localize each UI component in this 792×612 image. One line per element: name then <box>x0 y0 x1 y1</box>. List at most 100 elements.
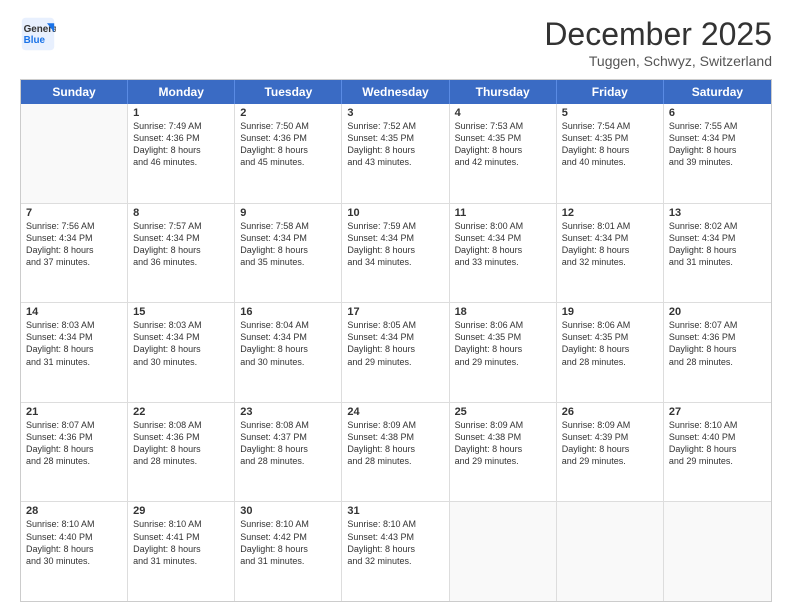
calendar-cell: 11Sunrise: 8:00 AM Sunset: 4:34 PM Dayli… <box>450 204 557 303</box>
weekday-header: Saturday <box>664 80 771 104</box>
calendar-cell: 1Sunrise: 7:49 AM Sunset: 4:36 PM Daylig… <box>128 104 235 203</box>
day-number: 9 <box>240 207 336 219</box>
day-number: 17 <box>347 306 443 318</box>
calendar-cell: 31Sunrise: 8:10 AM Sunset: 4:43 PM Dayli… <box>342 502 449 601</box>
weekday-header: Sunday <box>21 80 128 104</box>
day-info: Sunrise: 7:58 AM Sunset: 4:34 PM Dayligh… <box>240 220 336 269</box>
day-info: Sunrise: 8:04 AM Sunset: 4:34 PM Dayligh… <box>240 319 336 368</box>
day-info: Sunrise: 8:06 AM Sunset: 4:35 PM Dayligh… <box>455 319 551 368</box>
calendar-row: 1Sunrise: 7:49 AM Sunset: 4:36 PM Daylig… <box>21 104 771 204</box>
day-number: 5 <box>562 107 658 119</box>
calendar-cell: 23Sunrise: 8:08 AM Sunset: 4:37 PM Dayli… <box>235 403 342 502</box>
calendar-cell: 12Sunrise: 8:01 AM Sunset: 4:34 PM Dayli… <box>557 204 664 303</box>
day-number: 18 <box>455 306 551 318</box>
calendar-cell: 5Sunrise: 7:54 AM Sunset: 4:35 PM Daylig… <box>557 104 664 203</box>
day-number: 14 <box>26 306 122 318</box>
day-info: Sunrise: 8:08 AM Sunset: 4:37 PM Dayligh… <box>240 419 336 468</box>
day-info: Sunrise: 8:01 AM Sunset: 4:34 PM Dayligh… <box>562 220 658 269</box>
day-number: 6 <box>669 107 766 119</box>
location: Tuggen, Schwyz, Switzerland <box>544 53 772 69</box>
day-info: Sunrise: 8:09 AM Sunset: 4:38 PM Dayligh… <box>347 419 443 468</box>
day-info: Sunrise: 8:10 AM Sunset: 4:40 PM Dayligh… <box>26 518 122 567</box>
calendar-cell: 19Sunrise: 8:06 AM Sunset: 4:35 PM Dayli… <box>557 303 664 402</box>
calendar-cell: 14Sunrise: 8:03 AM Sunset: 4:34 PM Dayli… <box>21 303 128 402</box>
day-number: 16 <box>240 306 336 318</box>
day-info: Sunrise: 7:54 AM Sunset: 4:35 PM Dayligh… <box>562 120 658 169</box>
calendar-cell: 29Sunrise: 8:10 AM Sunset: 4:41 PM Dayli… <box>128 502 235 601</box>
weekday-header: Wednesday <box>342 80 449 104</box>
day-info: Sunrise: 8:10 AM Sunset: 4:41 PM Dayligh… <box>133 518 229 567</box>
logo: General Blue <box>20 16 60 52</box>
day-number: 27 <box>669 406 766 418</box>
day-info: Sunrise: 7:59 AM Sunset: 4:34 PM Dayligh… <box>347 220 443 269</box>
logo-icon: General Blue <box>20 16 56 52</box>
day-info: Sunrise: 8:02 AM Sunset: 4:34 PM Dayligh… <box>669 220 766 269</box>
calendar-cell: 9Sunrise: 7:58 AM Sunset: 4:34 PM Daylig… <box>235 204 342 303</box>
day-number: 23 <box>240 406 336 418</box>
day-info: Sunrise: 7:55 AM Sunset: 4:34 PM Dayligh… <box>669 120 766 169</box>
day-info: Sunrise: 8:03 AM Sunset: 4:34 PM Dayligh… <box>26 319 122 368</box>
calendar-cell: 2Sunrise: 7:50 AM Sunset: 4:36 PM Daylig… <box>235 104 342 203</box>
weekday-header: Thursday <box>450 80 557 104</box>
calendar-cell: 17Sunrise: 8:05 AM Sunset: 4:34 PM Dayli… <box>342 303 449 402</box>
day-number: 3 <box>347 107 443 119</box>
calendar-cell: 13Sunrise: 8:02 AM Sunset: 4:34 PM Dayli… <box>664 204 771 303</box>
calendar-cell: 10Sunrise: 7:59 AM Sunset: 4:34 PM Dayli… <box>342 204 449 303</box>
day-info: Sunrise: 8:10 AM Sunset: 4:42 PM Dayligh… <box>240 518 336 567</box>
calendar-cell: 26Sunrise: 8:09 AM Sunset: 4:39 PM Dayli… <box>557 403 664 502</box>
calendar-cell: 20Sunrise: 8:07 AM Sunset: 4:36 PM Dayli… <box>664 303 771 402</box>
day-number: 8 <box>133 207 229 219</box>
calendar-cell: 4Sunrise: 7:53 AM Sunset: 4:35 PM Daylig… <box>450 104 557 203</box>
calendar-cell: 7Sunrise: 7:56 AM Sunset: 4:34 PM Daylig… <box>21 204 128 303</box>
calendar-cell: 24Sunrise: 8:09 AM Sunset: 4:38 PM Dayli… <box>342 403 449 502</box>
month-title: December 2025 <box>544 16 772 53</box>
day-number: 15 <box>133 306 229 318</box>
day-number: 30 <box>240 505 336 517</box>
calendar-row: 28Sunrise: 8:10 AM Sunset: 4:40 PM Dayli… <box>21 502 771 601</box>
day-number: 28 <box>26 505 122 517</box>
calendar-cell: 3Sunrise: 7:52 AM Sunset: 4:35 PM Daylig… <box>342 104 449 203</box>
day-number: 2 <box>240 107 336 119</box>
weekday-header: Monday <box>128 80 235 104</box>
day-info: Sunrise: 8:03 AM Sunset: 4:34 PM Dayligh… <box>133 319 229 368</box>
day-number: 1 <box>133 107 229 119</box>
svg-text:Blue: Blue <box>24 35 46 46</box>
calendar-cell: 18Sunrise: 8:06 AM Sunset: 4:35 PM Dayli… <box>450 303 557 402</box>
day-info: Sunrise: 8:00 AM Sunset: 4:34 PM Dayligh… <box>455 220 551 269</box>
calendar-cell: 22Sunrise: 8:08 AM Sunset: 4:36 PM Dayli… <box>128 403 235 502</box>
title-block: December 2025 Tuggen, Schwyz, Switzerlan… <box>544 16 772 69</box>
calendar-row: 7Sunrise: 7:56 AM Sunset: 4:34 PM Daylig… <box>21 204 771 304</box>
day-info: Sunrise: 8:07 AM Sunset: 4:36 PM Dayligh… <box>669 319 766 368</box>
day-number: 21 <box>26 406 122 418</box>
day-number: 13 <box>669 207 766 219</box>
day-info: Sunrise: 7:52 AM Sunset: 4:35 PM Dayligh… <box>347 120 443 169</box>
calendar-cell: 30Sunrise: 8:10 AM Sunset: 4:42 PM Dayli… <box>235 502 342 601</box>
day-number: 7 <box>26 207 122 219</box>
day-info: Sunrise: 7:49 AM Sunset: 4:36 PM Dayligh… <box>133 120 229 169</box>
calendar-row: 14Sunrise: 8:03 AM Sunset: 4:34 PM Dayli… <box>21 303 771 403</box>
day-number: 29 <box>133 505 229 517</box>
calendar-row: 21Sunrise: 8:07 AM Sunset: 4:36 PM Dayli… <box>21 403 771 503</box>
day-info: Sunrise: 8:09 AM Sunset: 4:39 PM Dayligh… <box>562 419 658 468</box>
day-number: 12 <box>562 207 658 219</box>
calendar-cell: 21Sunrise: 8:07 AM Sunset: 4:36 PM Dayli… <box>21 403 128 502</box>
calendar-cell: 27Sunrise: 8:10 AM Sunset: 4:40 PM Dayli… <box>664 403 771 502</box>
calendar-header: SundayMondayTuesdayWednesdayThursdayFrid… <box>21 80 771 104</box>
calendar-cell <box>450 502 557 601</box>
calendar-cell <box>664 502 771 601</box>
day-number: 26 <box>562 406 658 418</box>
day-info: Sunrise: 8:09 AM Sunset: 4:38 PM Dayligh… <box>455 419 551 468</box>
day-number: 31 <box>347 505 443 517</box>
weekday-header: Friday <box>557 80 664 104</box>
calendar-cell: 25Sunrise: 8:09 AM Sunset: 4:38 PM Dayli… <box>450 403 557 502</box>
day-info: Sunrise: 7:53 AM Sunset: 4:35 PM Dayligh… <box>455 120 551 169</box>
page: General Blue December 2025 Tuggen, Schwy… <box>0 0 792 612</box>
day-number: 19 <box>562 306 658 318</box>
calendar-cell <box>557 502 664 601</box>
day-info: Sunrise: 8:10 AM Sunset: 4:43 PM Dayligh… <box>347 518 443 567</box>
day-number: 11 <box>455 207 551 219</box>
day-info: Sunrise: 8:10 AM Sunset: 4:40 PM Dayligh… <box>669 419 766 468</box>
day-info: Sunrise: 7:50 AM Sunset: 4:36 PM Dayligh… <box>240 120 336 169</box>
day-number: 22 <box>133 406 229 418</box>
calendar-cell: 6Sunrise: 7:55 AM Sunset: 4:34 PM Daylig… <box>664 104 771 203</box>
